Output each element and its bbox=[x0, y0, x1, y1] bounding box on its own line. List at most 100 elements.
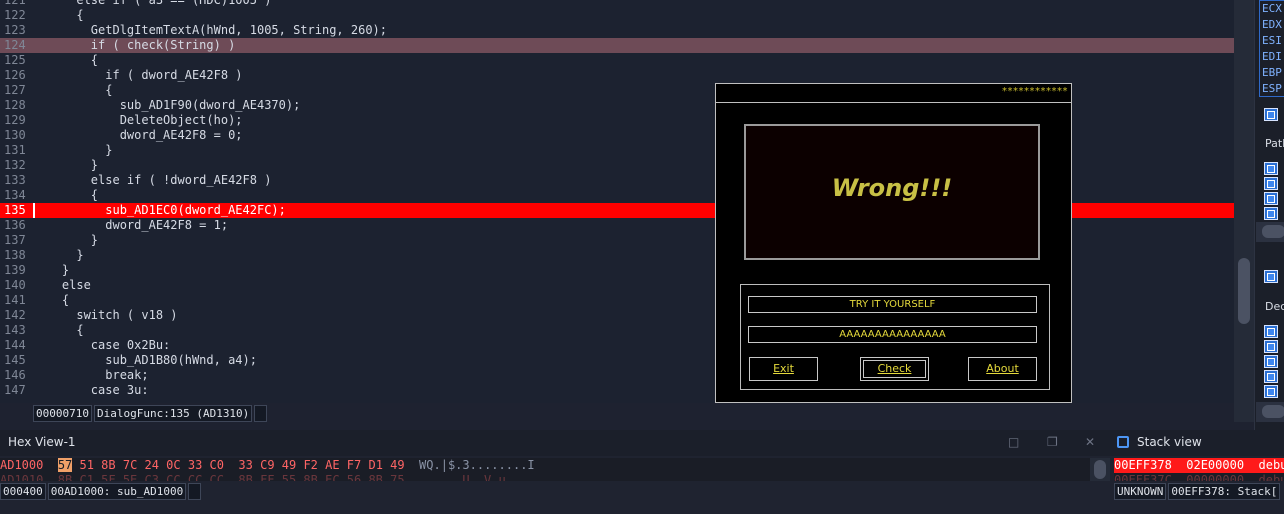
hex-row[interactable]: AD1010 8B C1 5F 5E C3 CC CC CC 8B FF 55 … bbox=[0, 473, 506, 481]
code-text[interactable]: GetDlgItemTextA(hWnd, 1005, String, 260)… bbox=[33, 23, 387, 38]
line-number: 131 bbox=[4, 143, 26, 157]
code-text[interactable]: { bbox=[33, 188, 98, 203]
code-text[interactable]: if ( check(String) ) bbox=[33, 38, 236, 53]
pseudocode-scrollbar-thumb[interactable] bbox=[1238, 258, 1250, 324]
code-text[interactable]: { bbox=[33, 83, 112, 98]
pseudocode-scrollbar[interactable] bbox=[1234, 0, 1254, 422]
code-text[interactable]: } bbox=[33, 233, 98, 248]
crackme-titlebar[interactable]: ************ bbox=[716, 84, 1071, 103]
code-text[interactable]: { bbox=[33, 8, 83, 23]
line-number: 127 bbox=[4, 83, 26, 97]
code-line[interactable]: 125 { bbox=[0, 53, 1234, 68]
stack-location: 00EFF378: Stack[ bbox=[1168, 483, 1281, 500]
code-text[interactable]: } bbox=[33, 143, 112, 158]
code-text[interactable]: } bbox=[33, 158, 98, 173]
copy-icon[interactable] bbox=[1264, 192, 1278, 205]
code-text[interactable]: sub_AD1EC0(dword_AE42FC); bbox=[33, 203, 286, 218]
line-number: 122 bbox=[4, 8, 26, 22]
dec-label: Dec bbox=[1265, 300, 1284, 313]
register-esp[interactable]: ESP bbox=[1262, 81, 1282, 96]
about-button[interactable]: About bbox=[968, 357, 1037, 381]
code-text[interactable]: sub_AD1B80(hWnd, a4); bbox=[33, 353, 257, 368]
hex-row[interactable]: AD1000 57 51 8B 7C 24 0C 33 C0 33 C9 49 … bbox=[0, 458, 535, 473]
stack-view-body[interactable]: 00EFF378 02E00000 debug 00EFF37C 0000000… bbox=[1114, 458, 1284, 481]
hex-location: 00AD1000: sub_AD1000 bbox=[47, 483, 187, 500]
line-number: 137 bbox=[4, 233, 26, 247]
code-text[interactable]: } bbox=[33, 263, 69, 278]
code-text[interactable]: { bbox=[33, 53, 98, 68]
restore-icon[interactable]: ❐ bbox=[1047, 430, 1058, 454]
code-text[interactable]: { bbox=[33, 323, 83, 338]
copy-icon[interactable] bbox=[1264, 162, 1278, 175]
code-text[interactable]: if ( dword_AE42F8 ) bbox=[33, 68, 242, 83]
line-number: 129 bbox=[4, 113, 26, 127]
pseudocode-status-bar: 00000710 DialogFunc:135 (AD1310) bbox=[33, 405, 267, 422]
line-number: 133 bbox=[4, 173, 26, 187]
copy-icon[interactable] bbox=[1264, 385, 1278, 398]
line-number: 139 bbox=[4, 263, 26, 277]
name-input[interactable] bbox=[748, 296, 1037, 313]
copy-icon[interactable] bbox=[1264, 370, 1278, 383]
copy-icon[interactable] bbox=[1264, 340, 1278, 353]
line-number: 135 bbox=[4, 203, 26, 217]
crackme-input-group: Exit Check About bbox=[740, 284, 1050, 390]
hex-row-bytes: 51 8B 7C 24 0C 33 C0 33 C9 49 F2 AE F7 D… bbox=[72, 458, 405, 472]
code-text[interactable]: else if ( a3 == (HDC)1005 ) bbox=[33, 0, 271, 8]
hex-row-address: AD1000 bbox=[0, 458, 44, 472]
panel-window-icon[interactable] bbox=[1264, 270, 1278, 283]
line-number: 141 bbox=[4, 293, 26, 307]
code-text[interactable]: sub_AD1F90(dword_AE4370); bbox=[33, 98, 301, 113]
hex-cursor-byte[interactable]: 57 bbox=[57, 458, 73, 472]
code-text[interactable]: { bbox=[33, 293, 69, 308]
code-line[interactable]: 123 GetDlgItemTextA(hWnd, 1005, String, … bbox=[0, 23, 1234, 38]
line-number: 144 bbox=[4, 338, 26, 352]
code-text[interactable]: case 3u: bbox=[33, 383, 149, 398]
register-ecx[interactable]: ECX bbox=[1262, 1, 1282, 16]
hex-view-header[interactable]: Hex View-1 □ ❐ ✕ bbox=[0, 430, 1110, 456]
hex-view-title[interactable]: Hex View-1 bbox=[8, 430, 76, 454]
copy-icon[interactable] bbox=[1264, 325, 1278, 338]
code-text[interactable]: else if ( !dword_AE42F8 ) bbox=[33, 173, 272, 188]
register-ebp[interactable]: EBP bbox=[1262, 65, 1282, 80]
register-edx[interactable]: EDX bbox=[1262, 17, 1282, 32]
hex-status-empty bbox=[188, 483, 201, 500]
code-text[interactable]: switch ( v18 ) bbox=[33, 308, 177, 323]
code-line[interactable]: 124 if ( check(String) ) bbox=[0, 38, 1234, 53]
code-text[interactable]: } bbox=[33, 248, 83, 263]
crackme-title: ************ bbox=[1002, 86, 1068, 97]
code-line[interactable]: 121 else if ( a3 == (HDC)1005 ) bbox=[0, 0, 1234, 8]
exit-button[interactable]: Exit bbox=[749, 357, 818, 381]
code-line[interactable]: 122 { bbox=[0, 8, 1234, 23]
hex-view-body[interactable]: AD1000 57 51 8B 7C 24 0C 33 C0 33 C9 49 … bbox=[0, 458, 1090, 481]
stack-view-title[interactable]: Stack view bbox=[1137, 430, 1202, 454]
code-text[interactable]: dword_AE42F8 = 0; bbox=[33, 128, 243, 143]
dec-scrollbar-thumb[interactable] bbox=[1262, 405, 1284, 418]
stack-row-current[interactable]: 00EFF378 02E00000 debug bbox=[1114, 458, 1284, 473]
path-scrollbar-thumb[interactable] bbox=[1262, 225, 1284, 238]
hex-view-scrollbar-thumb[interactable] bbox=[1094, 460, 1106, 479]
serial-input[interactable] bbox=[748, 326, 1037, 343]
line-number: 140 bbox=[4, 278, 26, 292]
code-text[interactable]: DeleteObject(ho); bbox=[33, 113, 243, 128]
result-message: Wrong!!! bbox=[831, 174, 953, 202]
line-number: 121 bbox=[4, 0, 26, 7]
copy-icon[interactable] bbox=[1264, 177, 1278, 190]
check-button[interactable]: Check bbox=[860, 357, 929, 381]
code-text[interactable]: case 0x2Bu: bbox=[33, 338, 170, 353]
panel-window-icon[interactable] bbox=[1264, 108, 1278, 121]
hex-view-scrollbar[interactable] bbox=[1090, 458, 1110, 481]
crackme-dialog[interactable]: ************ Wrong!!! Exit Check About bbox=[715, 83, 1072, 403]
code-line[interactable]: 126 if ( dword_AE42F8 ) bbox=[0, 68, 1234, 83]
copy-icon[interactable] bbox=[1264, 355, 1278, 368]
code-text[interactable]: else bbox=[33, 278, 91, 293]
line-number: 130 bbox=[4, 128, 26, 142]
copy-icon[interactable] bbox=[1264, 207, 1278, 220]
register-edi[interactable]: EDI bbox=[1262, 49, 1282, 64]
stack-view-header[interactable]: Stack view bbox=[1110, 430, 1284, 456]
register-esi[interactable]: ESI bbox=[1262, 33, 1282, 48]
code-text[interactable]: break; bbox=[33, 368, 148, 383]
stack-row[interactable]: 00EFF37C 00000000 debu bbox=[1114, 473, 1284, 481]
maximize-icon[interactable]: □ bbox=[1008, 430, 1019, 454]
close-icon[interactable]: ✕ bbox=[1085, 430, 1095, 454]
code-text[interactable]: dword_AE42F8 = 1; bbox=[33, 218, 228, 233]
